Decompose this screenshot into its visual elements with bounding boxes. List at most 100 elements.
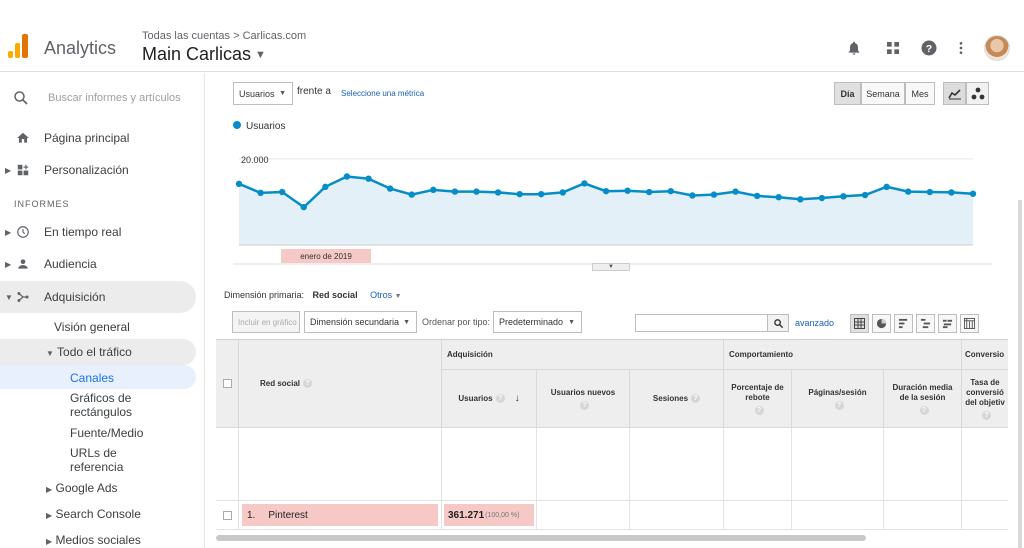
sidebar-item-channels[interactable]: Canales [70,371,114,385]
data-point[interactable] [732,188,739,195]
sidebar-item-label: Search Console [55,507,141,521]
advanced-filter-link[interactable]: avanzado [795,318,834,328]
sidebar-item-social[interactable]: ▶ Medios sociales [46,533,141,548]
column-header-pages-session[interactable]: Páginas/sesión? [792,370,884,428]
sidebar-item-treemaps[interactable]: Gráficos de rectángulos [70,391,180,419]
data-point[interactable] [926,188,934,196]
users-percent: (100,00 %) [485,511,520,519]
sidebar-item-realtime[interactable]: ▶ En tiempo real [0,217,196,247]
column-header-users[interactable]: Usuarios? ↓ [442,370,537,428]
data-point[interactable] [473,188,480,195]
column-header-avg-duration[interactable]: Duración media de la sesión? [884,370,962,428]
column-header-label: Usuarios [458,393,493,403]
help-icon: ? [691,394,701,403]
sidebar-item-search-console[interactable]: ▶ Search Console [46,507,141,523]
sidebar-item-all-traffic[interactable]: ▼ Todo el tráfico [46,345,132,361]
horizontal-scrollbar[interactable] [216,535,866,541]
data-point[interactable] [645,188,653,196]
data-point[interactable] [494,189,502,196]
notifications-bell-icon[interactable] [844,38,864,58]
data-point[interactable] [322,183,329,191]
data-point[interactable] [430,186,437,194]
sidebar-search[interactable]: Buscar informes y artículos [0,85,205,113]
data-point[interactable] [538,190,545,198]
column-header-social-network[interactable]: Red social? [239,340,442,428]
sidebar-item-source-medium[interactable]: Fuente/Medio [70,426,143,440]
data-point[interactable] [257,189,264,197]
data-point[interactable] [343,173,351,180]
data-point[interactable] [689,192,696,199]
dropdown-arrow-icon: ▼ [568,318,575,326]
select-all-checkbox[interactable] [222,379,232,388]
data-point[interactable] [861,191,869,199]
sidebar-item-label: Personalización [44,163,129,177]
top-header: Analytics Todas las cuentas > Carlicas.c… [0,0,1024,72]
comparison-view-icon[interactable] [916,314,935,333]
column-header-bounce-rate[interactable]: Porcentaje de rebote? [724,370,792,428]
plot-rows-button[interactable]: Incluir en gráfico [232,311,300,333]
primary-dimension-value[interactable]: Red social [313,290,358,300]
secondary-dimension-select[interactable]: Dimensión secundaria ▼ [304,311,417,333]
analytics-logo-icon[interactable] [8,34,30,58]
data-point[interactable] [581,180,588,187]
data-point[interactable] [386,185,394,192]
data-point[interactable] [797,196,804,203]
expand-arrow-icon: ▶ [46,511,53,520]
table-search-input[interactable] [635,314,768,332]
data-point[interactable] [883,183,890,191]
data-point[interactable] [969,190,977,197]
data-point[interactable] [451,188,459,195]
data-point[interactable] [278,188,286,196]
data-point[interactable] [840,193,847,200]
sidebar-item-customization[interactable]: ▶ Personalización [0,155,196,185]
more-vert-icon[interactable] [951,38,971,58]
column-header-conversion-rate[interactable]: Tasa de conversió del objetiv? [962,370,1008,428]
social-network-cell[interactable]: 1. Pinterest [242,504,438,526]
column-header-label: Porcentaje de rebote [731,382,784,402]
column-header-new-users[interactable]: Usuarios nuevos? [537,370,630,428]
totals-row-cell [537,428,630,501]
sort-type-select[interactable]: Predeterminado ▼ [493,311,582,333]
data-point[interactable] [624,187,631,194]
sidebar-item-google-ads[interactable]: ▶ Google Ads [46,481,118,497]
term-cloud-view-icon[interactable] [938,314,957,333]
sidebar-item-overview[interactable]: Visión general [54,320,130,334]
data-point[interactable] [559,189,567,196]
sidebar-item-home[interactable]: Página principal [0,123,196,153]
sidebar-item-label: Página principal [44,131,130,145]
sidebar-item-acquisition[interactable]: ▼ Adquisición [0,282,196,312]
data-point[interactable] [775,193,782,201]
data-point[interactable] [667,187,674,195]
data-point[interactable] [365,175,372,182]
data-point[interactable] [948,189,955,196]
account-breadcrumb[interactable]: Todas las cuentas > Carlicas.com [142,30,306,42]
sidebar-item-audience[interactable]: ▶ Audiencia [0,249,196,279]
vertical-scrollbar[interactable] [1018,200,1022,548]
performance-view-icon[interactable] [894,314,913,333]
data-point[interactable] [818,194,826,202]
table-search-button[interactable] [767,314,789,332]
pivot-view-icon[interactable] [960,314,979,333]
pie-view-icon[interactable] [872,314,891,333]
apps-grid-icon[interactable] [883,38,903,58]
svg-text:?: ? [926,43,932,55]
data-point[interactable] [300,203,307,211]
data-point[interactable] [235,180,243,188]
sidebar-item-referrals[interactable]: URLs de referencia [70,446,170,474]
data-point[interactable] [408,191,415,198]
legend-dot-icon [233,121,241,129]
data-point[interactable] [710,191,718,198]
row-checkbox[interactable] [222,510,232,520]
other-dimension-link[interactable]: Otros ▼ [370,290,401,300]
chart-collapse-handle[interactable]: ▼ [592,263,630,271]
data-point[interactable] [905,188,912,195]
user-avatar[interactable] [984,35,1010,61]
column-header-sessions[interactable]: Sesiones? [630,370,724,428]
view-selector[interactable]: Main Carlicas ▼ [142,44,266,65]
data-point[interactable] [516,190,523,198]
data-point[interactable] [753,192,761,200]
new-users-cell [537,501,630,530]
data-point[interactable] [602,187,610,195]
data-table-view-icon[interactable] [850,314,869,333]
help-icon[interactable]: ? [919,38,939,58]
